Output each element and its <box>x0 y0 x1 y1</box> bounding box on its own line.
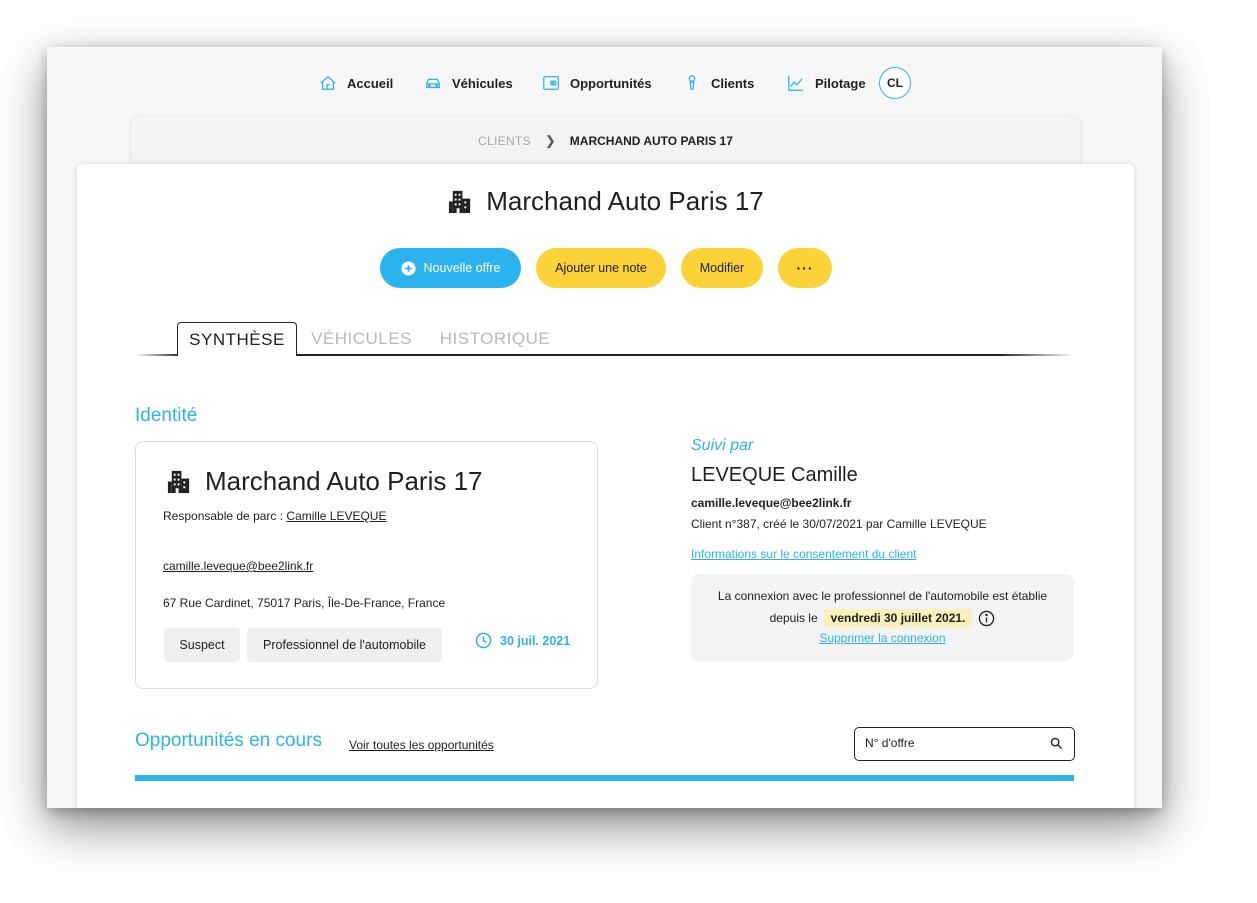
see-all-opportunities-link[interactable]: Voir toutes les opportunités <box>349 738 494 752</box>
followed-name: LEVEQUE Camille <box>691 464 858 486</box>
plus-circle-icon <box>401 260 416 276</box>
manager-label: Responsable de parc : <box>163 509 287 523</box>
building-icon <box>449 190 471 214</box>
clock-icon <box>475 632 492 649</box>
app-window: Accueil Véhicules Opportunités Clients P… <box>47 47 1162 808</box>
home-icon <box>320 75 336 90</box>
opportunities-title: Opportunités en cours <box>135 730 322 751</box>
new-offer-label: Nouvelle offre <box>423 261 501 275</box>
car-icon <box>426 78 440 89</box>
remove-connection-link[interactable]: Supprimer la connexion <box>691 631 1074 645</box>
identity-date-text: 30 juil. 2021 <box>500 633 571 648</box>
breadcrumb-parent[interactable]: CLIENTS <box>478 134 531 148</box>
identity-email-link[interactable]: camille.leveque@bee2link.fr <box>163 559 313 573</box>
connection-box: La connexion avec le professionnel de l'… <box>691 574 1074 661</box>
nav-item-accueil[interactable]: Accueil <box>319 67 393 99</box>
page-title-text: Marchand Auto Paris 17 <box>486 186 764 216</box>
avatar[interactable]: CL <box>879 67 911 99</box>
info-icon[interactable] <box>978 610 995 627</box>
manager-link[interactable]: Camille LEVEQUE <box>286 509 386 523</box>
page-title: Marchand Auto Paris 17 <box>77 186 1134 217</box>
nav-item-opportunites[interactable]: Opportunités <box>542 67 652 99</box>
wallet-icon <box>543 76 559 90</box>
offer-search <box>854 727 1075 761</box>
offer-search-input[interactable] <box>865 728 1035 758</box>
identity-date: 30 juil. 2021 <box>475 632 570 649</box>
consent-link[interactable]: Informations sur le consentement du clie… <box>691 547 916 561</box>
add-note-button[interactable]: Ajouter une note <box>536 248 666 288</box>
tag-professionnel: Professionnel de l'automobile <box>247 628 442 662</box>
search-icon[interactable] <box>1050 737 1063 750</box>
identity-card: Marchand Auto Paris 17 Responsable de pa… <box>135 441 598 689</box>
nav-item-pilotage[interactable]: Pilotage <box>787 67 866 99</box>
tag-suspect: Suspect <box>164 628 240 662</box>
nav-label: Véhicules <box>452 75 513 91</box>
opportunities-divider <box>135 775 1074 781</box>
top-nav: Accueil Véhicules Opportunités Clients P… <box>47 67 1162 99</box>
identity-address: 67 Rue Cardinet, 75017 Paris, Île-De-Fra… <box>163 596 446 610</box>
nav-label: Pilotage <box>815 75 866 91</box>
manager-line: Responsable de parc : Camille LEVEQUE <box>163 509 386 523</box>
connection-text: La connexion avec le professionnel de l'… <box>717 589 1048 603</box>
chart-line-icon <box>788 75 804 91</box>
nav-item-clients[interactable]: Clients <box>683 67 754 99</box>
client-info: Client n°387, créé le 30/07/2021 par Cam… <box>691 517 987 531</box>
identity-section-title: Identité <box>135 405 198 426</box>
connection-prefix: depuis le <box>769 611 818 625</box>
new-offer-button[interactable]: Nouvelle offre <box>380 248 521 288</box>
building-icon <box>167 470 190 494</box>
action-buttons: Nouvelle offre Ajouter une note Modifier… <box>380 248 832 288</box>
tab-vehicules[interactable]: VÉHICULES <box>311 322 411 355</box>
breadcrumb: CLIENTS ❯ MARCHAND AUTO PARIS 17 <box>131 133 1080 149</box>
nav-item-vehicules[interactable]: Véhicules <box>424 67 513 99</box>
followed-email: camille.leveque@bee2link.fr <box>691 496 852 510</box>
tab-historique[interactable]: HISTORIQUE <box>440 322 550 355</box>
nav-label: Accueil <box>347 75 394 91</box>
identity-name: Marchand Auto Paris 17 <box>166 466 483 497</box>
nav-label: Clients <box>711 75 755 91</box>
more-button[interactable]: ··· <box>778 248 832 288</box>
identity-name-text: Marchand Auto Paris 17 <box>205 466 483 496</box>
connection-date: vendredi 30 juillet 2021. <box>823 609 973 627</box>
chevron-right-icon: ❯ <box>544 133 556 148</box>
edit-button[interactable]: Modifier <box>681 248 763 288</box>
breadcrumb-current: MARCHAND AUTO PARIS 17 <box>569 134 733 148</box>
connection-date-line: depuis le vendredi 30 juillet 2021. <box>691 609 1074 627</box>
tab-synthese[interactable]: SYNTHÈSE <box>177 322 297 356</box>
user-pin-icon <box>688 75 696 90</box>
client-card: Marchand Auto Paris 17 Nouvelle offre Aj… <box>77 164 1134 808</box>
followed-label: Suivi par <box>691 437 754 454</box>
nav-label: Opportunités <box>570 75 652 91</box>
tabs: SYNTHÈSE VÉHICULES HISTORIQUE <box>135 322 1075 356</box>
